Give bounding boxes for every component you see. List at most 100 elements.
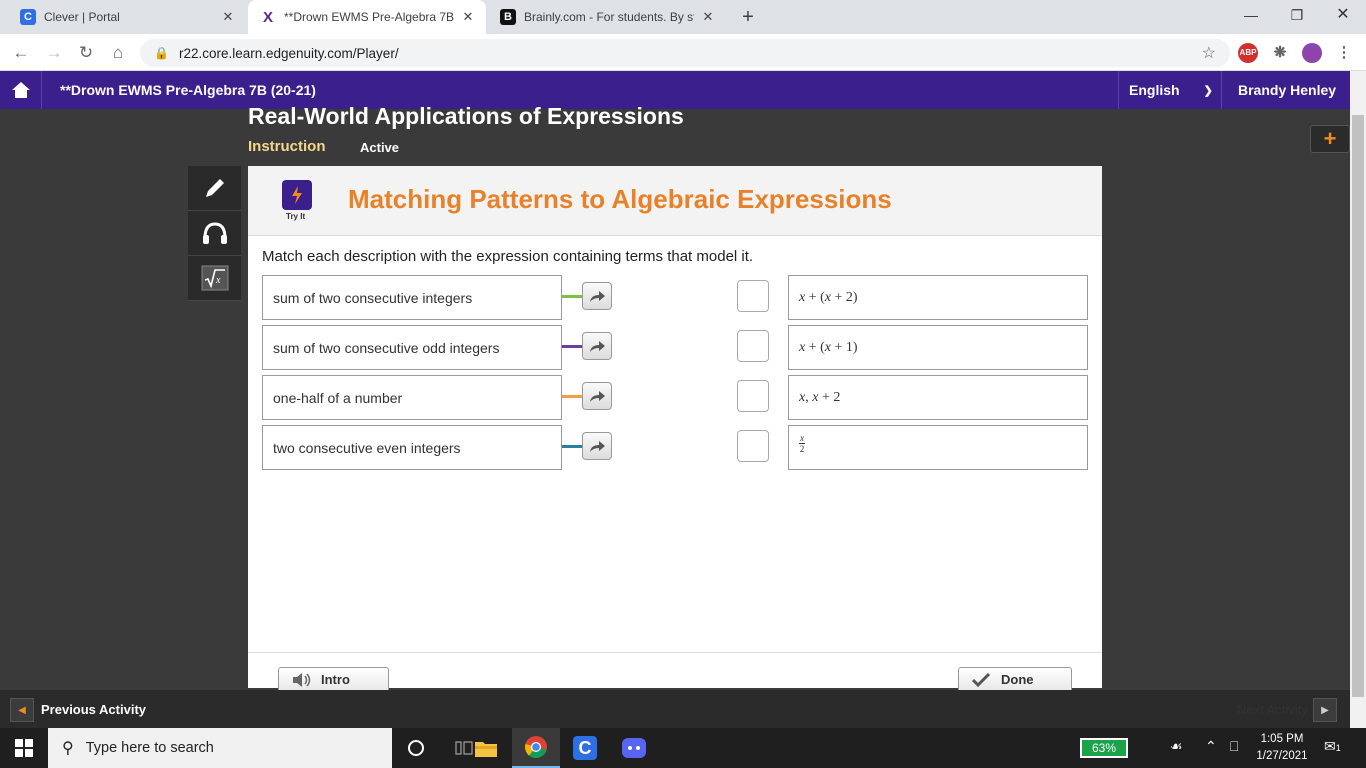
profile-avatar[interactable] <box>1302 43 1322 63</box>
description-item[interactable]: one-half of a number <box>262 375 562 420</box>
description-text: sum of two consecutive integers <box>273 289 473 306</box>
home-icon[interactable]: ⌂ <box>105 40 131 66</box>
cortana-circle-icon <box>408 740 424 756</box>
minimize-icon[interactable]: — <box>1228 0 1274 30</box>
checkmark-icon <box>971 672 991 687</box>
tab-brainly[interactable]: B Brainly.com - For students. By stu ✕ <box>488 0 726 34</box>
headphones-icon <box>202 222 227 244</box>
cortana-button[interactable] <box>392 728 440 768</box>
brainly-favicon-icon: B <box>500 9 516 25</box>
try-it-badge <box>282 180 312 210</box>
match-arrow-button[interactable] <box>582 432 612 460</box>
match-target-box[interactable] <box>737 430 769 462</box>
taskbar-search[interactable]: ⚲ Type here to search <box>48 728 392 768</box>
browser-menu-icon[interactable]: ⋮ <box>1334 43 1354 63</box>
expression-rest: + 2 <box>818 389 841 405</box>
try-it-label: Try It <box>286 212 306 221</box>
audio-tool-button[interactable] <box>188 211 241 256</box>
description-text: one-half of a number <box>273 389 403 406</box>
url-text: r22.core.learn.edgenuity.com/Player/ <box>178 45 399 61</box>
done-button[interactable]: Done <box>958 667 1072 691</box>
description-item[interactable]: two consecutive even integers <box>262 425 562 470</box>
browser-tab-bar: C Clever | Portal ✕ X **Drown EWMS Pre-A… <box>0 0 1366 34</box>
curved-arrow-icon <box>590 441 605 452</box>
clock-date: 1/27/2021 <box>1256 750 1308 762</box>
match-arrow-button[interactable] <box>582 332 612 360</box>
match-target-box[interactable] <box>737 280 769 312</box>
tab-title: Clever | Portal <box>44 10 120 24</box>
search-icon: ⚲ <box>62 740 74 757</box>
expression-operator: + ( <box>805 289 825 305</box>
square-root-icon: x <box>201 265 228 291</box>
connector-line <box>562 345 582 348</box>
expression-item: x + (x + 1) <box>788 325 1088 370</box>
close-window-icon[interactable]: ✕ <box>1320 0 1366 30</box>
address-bar[interactable]: 🔒 r22.core.learn.edgenuity.com/Player/ ☆ <box>140 39 1230 67</box>
speaker-icon <box>293 672 311 687</box>
lock-icon: 🔒 <box>154 46 169 60</box>
pencil-tool-button[interactable] <box>188 166 241 211</box>
scrollbar-thumb[interactable] <box>1352 115 1364 697</box>
close-tab-icon[interactable]: ✕ <box>220 9 236 25</box>
start-button[interactable] <box>0 728 48 768</box>
next-activity-button[interactable]: ▶ <box>1313 698 1337 722</box>
close-tab-icon[interactable]: ✕ <box>700 9 716 25</box>
tab-title: **Drown EWMS Pre-Algebra 7B ( <box>284 10 454 24</box>
windows-logo-icon <box>15 739 33 757</box>
extensions-puzzle-icon[interactable]: ❋ <box>1270 43 1290 63</box>
chevron-up-icon[interactable]: ⌃ <box>1205 738 1217 755</box>
adblock-extension-icon[interactable]: ABP <box>1238 43 1258 63</box>
house-icon <box>11 82 30 98</box>
back-icon[interactable]: ← <box>8 40 34 66</box>
language-selector[interactable]: English ❯ <box>1118 71 1222 109</box>
match-arrow-button[interactable] <box>582 282 612 310</box>
activity-title: Matching Patterns to Algebraic Expressio… <box>348 184 892 214</box>
browser-toolbar: ← → ↻ ⌂ 🔒 r22.core.learn.edgenuity.com/P… <box>0 34 1366 71</box>
tab-clever[interactable]: C Clever | Portal ✕ <box>8 0 246 34</box>
discord-button[interactable] <box>610 728 658 768</box>
tool-rail: x <box>188 166 241 301</box>
battery-indicator[interactable]: 63% <box>1080 738 1128 758</box>
bookmark-star-icon[interactable]: ☆ <box>1202 43 1216 63</box>
clever-favicon-icon: C <box>20 9 36 25</box>
expression-operator: + ( <box>805 339 825 355</box>
restore-icon[interactable]: ❐ <box>1274 0 1320 30</box>
tab-edgenuity[interactable]: X **Drown EWMS Pre-Algebra 7B ( ✕ <box>248 0 486 34</box>
match-arrow-button[interactable] <box>582 382 612 410</box>
svg-text:x: x <box>215 275 221 286</box>
intro-button[interactable]: Intro <box>278 667 389 691</box>
fraction: x 2 <box>799 433 805 454</box>
people-icon[interactable]: ☙ <box>1170 738 1183 755</box>
description-item[interactable]: sum of two consecutive odd integers <box>262 325 562 370</box>
intro-label: Intro <box>321 672 350 687</box>
tab-instruction[interactable]: Instruction <box>248 138 326 155</box>
notification-center-icon[interactable]: ✉1 <box>1324 738 1341 755</box>
math-tools-button[interactable]: x <box>188 256 241 301</box>
tab-active[interactable]: Active <box>360 140 399 155</box>
chrome-button[interactable] <box>512 728 560 768</box>
user-name[interactable]: Brandy Henley <box>1238 82 1336 98</box>
home-button[interactable] <box>0 71 42 109</box>
match-target-box[interactable] <box>737 380 769 412</box>
add-button[interactable]: + <box>1310 125 1350 153</box>
power-icon[interactable]: ⎕ <box>1230 738 1238 755</box>
file-explorer-button[interactable] <box>462 728 510 768</box>
match-target-box[interactable] <box>737 330 769 362</box>
new-tab-button[interactable]: + <box>736 5 760 29</box>
previous-activity-label[interactable]: Previous Activity <box>41 702 146 717</box>
forward-icon[interactable]: → <box>41 40 67 66</box>
system-clock[interactable]: 1:05 PM 1/27/2021 <box>1254 731 1310 765</box>
description-item[interactable]: sum of two consecutive integers <box>262 275 562 320</box>
lesson-title: Real-World Applications of Expressions <box>248 103 684 129</box>
triangle-left-icon: ◀ <box>18 704 26 716</box>
close-tab-icon[interactable]: ✕ <box>460 9 476 25</box>
expression-item: x, x + 2 <box>788 375 1088 420</box>
previous-activity-button[interactable]: ◀ <box>10 698 34 722</box>
activity-footer: Intro Done <box>248 652 1102 691</box>
reload-icon[interactable]: ↻ <box>73 40 99 66</box>
clever-app-button[interactable]: C <box>561 728 609 768</box>
expression-rest: + 2) <box>831 289 858 305</box>
description-text: two consecutive even integers <box>273 439 461 456</box>
connector-line <box>562 445 582 448</box>
page-scrollbar[interactable] <box>1350 71 1366 728</box>
